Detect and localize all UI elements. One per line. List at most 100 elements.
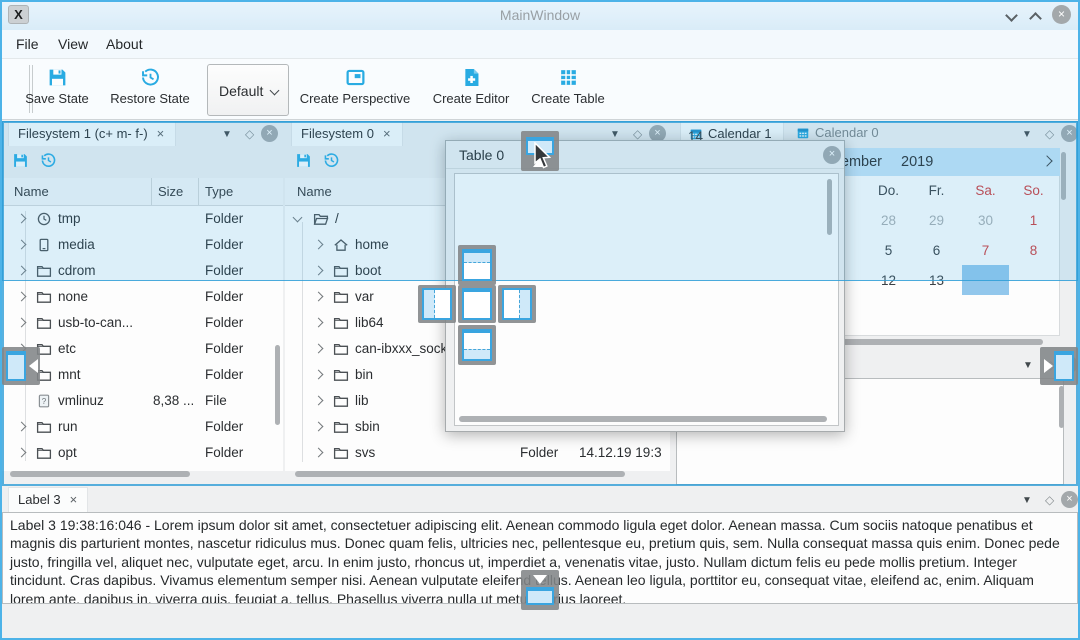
tab-close-icon[interactable]: ×	[157, 126, 165, 141]
expander-icon[interactable]	[314, 396, 324, 406]
dock-close-icon[interactable]: ×	[261, 125, 278, 142]
expander-icon[interactable]	[17, 266, 27, 276]
col-size[interactable]: Size	[158, 184, 183, 199]
expander-icon[interactable]	[314, 448, 324, 458]
float-diamond-icon[interactable]: ◇	[1045, 493, 1054, 507]
expander-icon[interactable]	[314, 240, 324, 250]
next-month-icon[interactable]	[1042, 156, 1054, 168]
menu-view[interactable]: View	[58, 36, 88, 52]
create-editor-button[interactable]: Create Editor	[428, 63, 514, 117]
tree-row[interactable]: usb-to-can...Folder	[2, 310, 283, 336]
create-perspective-button[interactable]: Create Perspective	[297, 63, 413, 117]
tab-filesystem1[interactable]: Filesystem 1 (c+ m- f-)×	[8, 121, 176, 146]
close-icon[interactable]: ×	[823, 146, 841, 164]
tree-row[interactable]: tmpFolder	[2, 206, 283, 232]
v-scrollbar[interactable]	[275, 345, 280, 425]
tree-row[interactable]: svsFolder14.12.19 19:3	[285, 440, 670, 466]
date-cell[interactable]: 5	[864, 243, 913, 258]
dock-close-icon[interactable]: ×	[1061, 491, 1078, 508]
float-diamond-icon[interactable]: ◇	[633, 127, 642, 141]
tree-row[interactable]: mediaFolder	[2, 232, 283, 258]
drop-indicator-area-top[interactable]	[458, 245, 496, 285]
h-scrollbar[interactable]	[459, 416, 827, 422]
tree-row[interactable]: mntFolder	[2, 362, 283, 388]
file-name: media	[58, 237, 95, 252]
expander-icon[interactable]	[17, 422, 27, 432]
file-type: Folder	[205, 419, 243, 434]
tab-filesystem0[interactable]: Filesystem 0×	[291, 121, 403, 146]
drop-indicator-area-left[interactable]	[418, 285, 456, 323]
expander-icon[interactable]	[314, 344, 324, 354]
tab-label3[interactable]: Label 3×	[8, 487, 88, 512]
window-titlebar[interactable]: X MainWindow ×	[0, 0, 1080, 30]
minimize-icon[interactable]	[1006, 9, 1017, 20]
expander-icon[interactable]	[293, 213, 303, 223]
drop-indicator-bottom[interactable]	[521, 570, 559, 610]
restore-state-button[interactable]: Restore State	[104, 63, 196, 117]
date-cell[interactable]: 13	[912, 273, 961, 288]
drop-indicator-left[interactable]	[2, 347, 40, 385]
h-scrollbar[interactable]	[10, 471, 190, 477]
selected-date[interactable]	[962, 265, 1009, 295]
col-type[interactable]: Type	[205, 184, 233, 199]
date-cell[interactable]: 7	[961, 243, 1010, 258]
expander-icon[interactable]	[17, 214, 27, 224]
expander-icon[interactable]	[17, 240, 27, 250]
dock-menu-icon[interactable]: ▼	[1022, 129, 1032, 140]
expander-icon[interactable]	[17, 448, 27, 458]
float-diamond-icon[interactable]: ◇	[245, 127, 254, 141]
col-name[interactable]: Name	[297, 184, 332, 199]
dock-close-icon[interactable]: ×	[1061, 125, 1078, 142]
perspective-dropdown[interactable]: Default	[207, 64, 289, 116]
close-icon[interactable]: ×	[1052, 5, 1071, 24]
expander-icon[interactable]	[314, 266, 324, 276]
tree-row[interactable]: optFolder	[2, 440, 283, 466]
save-icon[interactable]	[295, 152, 312, 169]
tree-row[interactable]: cdromFolder	[2, 258, 283, 284]
v-scrollbar[interactable]	[1059, 386, 1064, 428]
date-cell[interactable]: 1	[1009, 213, 1058, 228]
create-table-button[interactable]: Create Table	[522, 63, 614, 117]
drop-indicator-area-right[interactable]	[498, 285, 536, 323]
date-cell[interactable]: 8	[1009, 243, 1058, 258]
menu-about[interactable]: About	[106, 36, 143, 52]
menu-file[interactable]: File	[16, 36, 39, 52]
tab-close-icon[interactable]: ×	[383, 126, 391, 141]
tree-row[interactable]: runFolder	[2, 414, 283, 440]
date-cell[interactable]: 30	[961, 213, 1010, 228]
date-cell[interactable]: 28	[864, 213, 913, 228]
expander-icon[interactable]	[314, 292, 324, 302]
tree-row[interactable]: etcFolder	[2, 336, 283, 362]
v-scrollbar[interactable]	[1061, 152, 1066, 200]
tree-row[interactable]: noneFolder	[2, 284, 283, 310]
expander-icon[interactable]	[314, 318, 324, 328]
save-state-button[interactable]: Save State	[14, 63, 100, 117]
date-cell[interactable]: 29	[912, 213, 961, 228]
drop-indicator-area-bottom[interactable]	[458, 325, 496, 365]
expander-icon[interactable]	[314, 370, 324, 380]
col-name[interactable]: Name	[14, 184, 49, 199]
dock-menu-icon[interactable]: ▼	[1023, 360, 1033, 371]
restore-icon[interactable]	[40, 152, 57, 169]
expander-icon[interactable]	[17, 292, 27, 302]
date-cell[interactable]: 6	[912, 243, 961, 258]
drop-indicator-area-center[interactable]	[458, 285, 496, 323]
tab-close-icon[interactable]: ×	[70, 492, 78, 507]
floating-window-title[interactable]: Table 0	[459, 147, 504, 163]
dock-menu-icon[interactable]: ▼	[610, 129, 620, 140]
save-icon[interactable]	[12, 152, 29, 169]
drop-indicator-right[interactable]	[1040, 347, 1078, 385]
dock-menu-icon[interactable]: ▼	[1022, 495, 1032, 506]
date-cell[interactable]: 12	[864, 273, 913, 288]
restore-icon[interactable]	[323, 152, 340, 169]
dock-menu-icon[interactable]: ▼	[222, 129, 232, 140]
expander-icon[interactable]	[17, 318, 27, 328]
maximize-icon[interactable]	[1030, 9, 1041, 20]
v-scrollbar[interactable]	[827, 179, 832, 235]
calendar-year-label: 2019	[901, 154, 933, 170]
expander-icon[interactable]	[314, 422, 324, 432]
float-diamond-icon[interactable]: ◇	[1045, 127, 1054, 141]
h-scrollbar[interactable]	[295, 471, 625, 477]
tree-header[interactable]: Name Size Type	[2, 178, 283, 206]
tree-row[interactable]: ?vmlinuz8,38 ...File	[2, 388, 283, 414]
